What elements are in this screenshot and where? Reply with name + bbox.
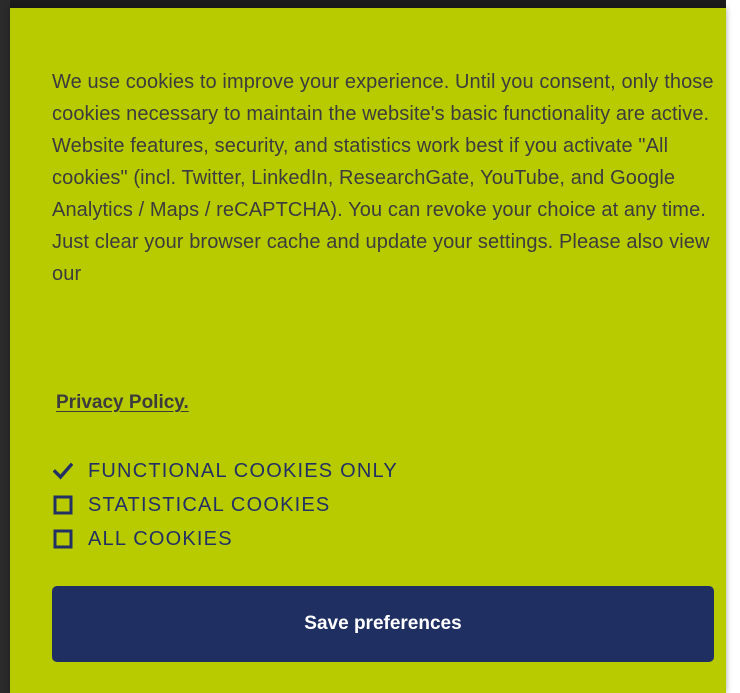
option-label: FUNCTIONAL COOKIES ONLY [88,459,398,482]
page-backdrop-top [0,0,740,8]
option-all-cookies[interactable]: ALL COOKIES [52,522,652,556]
save-preferences-button[interactable]: Save preferences [52,586,714,662]
page-backdrop-left [0,0,10,693]
consent-message: We use cookies to improve your experienc… [52,71,714,285]
option-label: STATISTICAL COOKIES [88,493,331,516]
option-functional-cookies[interactable]: FUNCTIONAL COOKIES ONLY [52,454,652,488]
checkbox-empty-icon[interactable] [52,494,74,516]
page-backdrop-right [726,0,740,693]
option-label: ALL COOKIES [88,527,233,550]
privacy-policy-link[interactable]: Privacy Policy. [56,392,189,414]
checkmark-icon[interactable] [52,460,74,482]
cookie-options: FUNCTIONAL COOKIES ONLY STATISTICAL COOK… [52,454,652,556]
checkbox-empty-icon[interactable] [52,528,74,550]
option-statistical-cookies[interactable]: STATISTICAL COOKIES [52,488,652,522]
cookie-consent-banner: We use cookies to improve your experienc… [10,8,726,693]
